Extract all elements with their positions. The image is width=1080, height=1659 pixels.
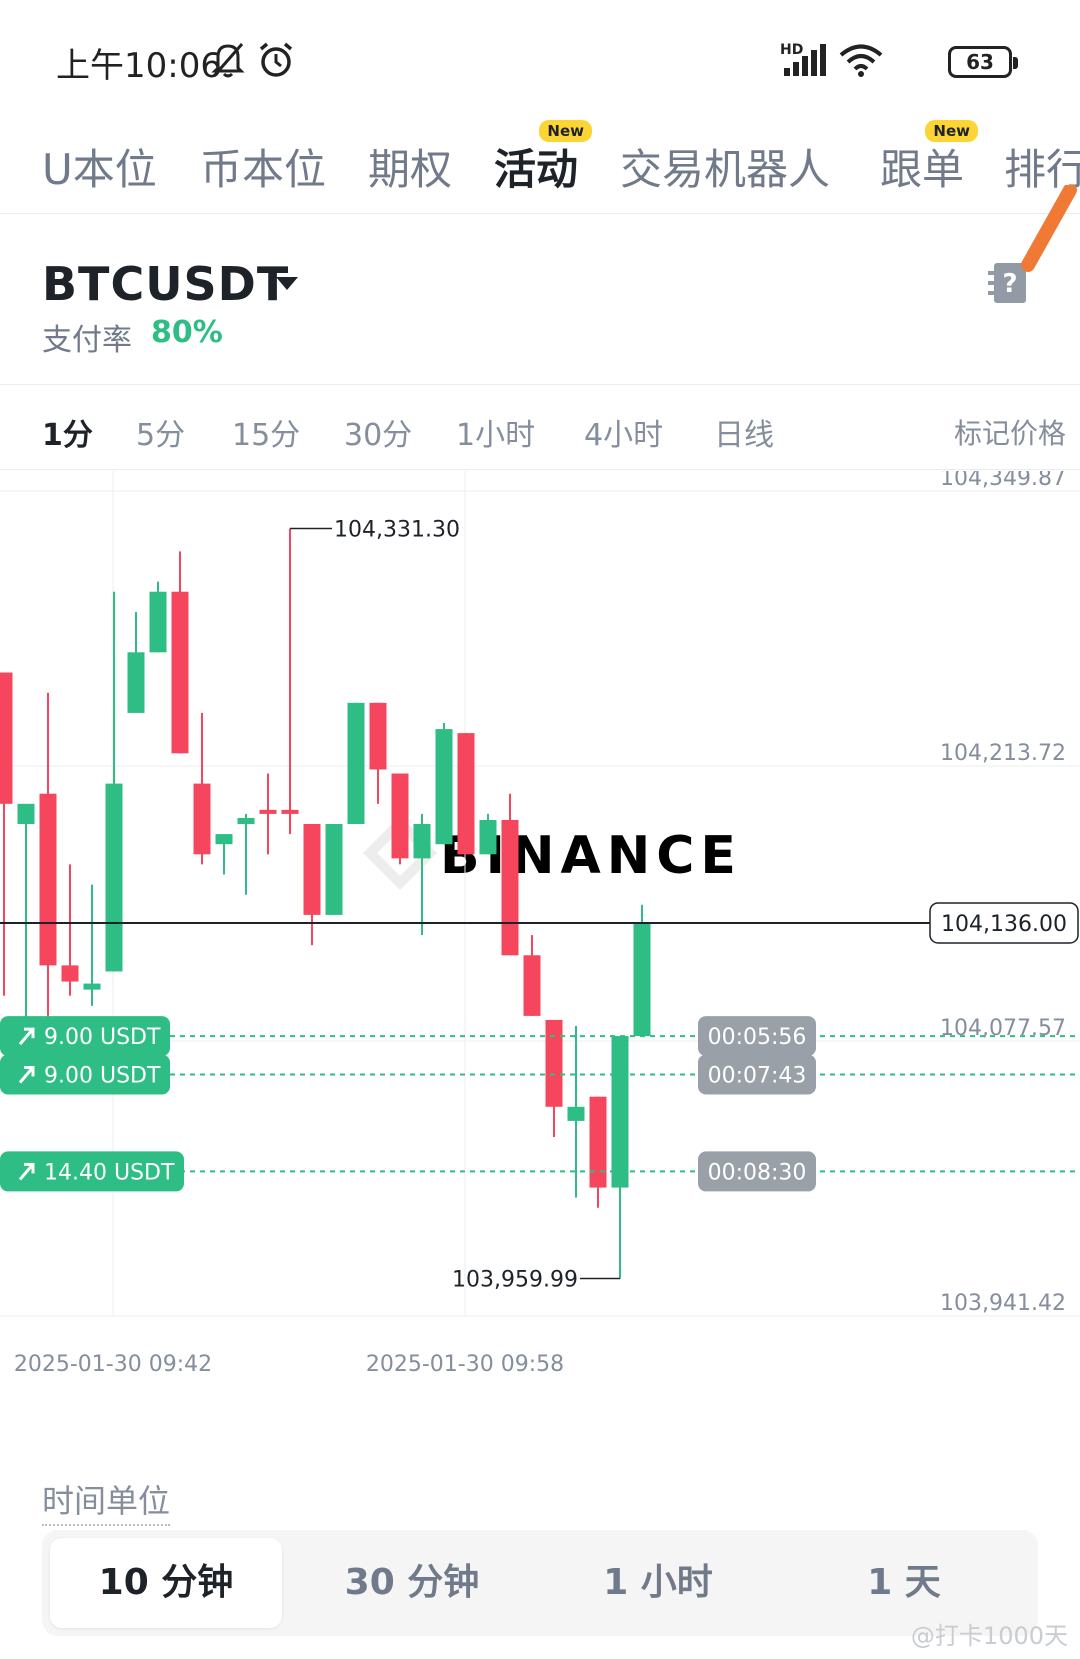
- tab-5[interactable]: 跟单 New: [880, 120, 979, 197]
- candle-body: [589, 1096, 607, 1188]
- order-timer: 00:07:43: [708, 1063, 807, 1088]
- new-badge: New: [925, 120, 979, 142]
- tab-1[interactable]: 币本位: [200, 136, 326, 197]
- time-unit-option-0[interactable]: 10 分钟: [50, 1538, 282, 1628]
- timeframe-1[interactable]: 5分: [136, 410, 185, 454]
- time-unit-selector: 10 分钟 30 分钟 1 小时 1 天: [42, 1530, 1038, 1636]
- candle-body: [391, 773, 409, 859]
- x-axis-label: 2025-01-30 09:42: [14, 1352, 212, 1377]
- candle-body: [237, 817, 255, 825]
- candle-body: [457, 733, 475, 855]
- mark-price-toggle[interactable]: 标记价格: [954, 412, 1066, 452]
- watermark-text: @打卡1000天: [910, 1622, 1068, 1650]
- candle-body: [545, 1019, 563, 1107]
- battery-level: 63: [966, 50, 994, 74]
- battery-icon: 63: [948, 46, 1018, 78]
- wifi-icon: [839, 44, 883, 77]
- time-unit-option-2[interactable]: 1 小时: [542, 1538, 774, 1628]
- tab-4[interactable]: 交易机器人: [620, 136, 830, 197]
- candle-body: [127, 652, 145, 713]
- candle-body: [83, 983, 101, 990]
- candle-body: [259, 809, 277, 814]
- candle-body: [611, 1036, 629, 1188]
- svg-text:?: ?: [1002, 269, 1017, 299]
- candle-body: [171, 591, 189, 754]
- candle-body: [215, 834, 233, 845]
- annotation-stroke: [1021, 185, 1077, 272]
- mute-bell-icon: [211, 43, 245, 78]
- product-tabs: U本位 币本位 期权 活动 New 交易机器人 跟单 New 排行: [0, 110, 1080, 214]
- candlestick-chart[interactable]: BINANCE104,349.87104,213.72104,077.57103…: [0, 471, 1080, 1411]
- candle-body: [435, 729, 453, 845]
- current-price-label: 104,136.00: [941, 912, 1067, 937]
- payout-label: 支付率: [42, 323, 132, 358]
- tab-0[interactable]: U本位: [42, 136, 157, 197]
- candle-body: [369, 702, 387, 770]
- y-axis-label: 104,349.87: [940, 471, 1066, 491]
- candle-body: [501, 819, 519, 956]
- symbol-selector[interactable]: BTCUSDT: [42, 257, 289, 311]
- payout-value: 80%: [151, 315, 223, 350]
- candle-body: [39, 793, 57, 966]
- candle-body: [303, 824, 321, 915]
- timeframe-0[interactable]: 1分: [42, 410, 93, 454]
- candle-body: [413, 824, 431, 859]
- candle-body: [347, 702, 365, 825]
- order-timer: 00:08:30: [708, 1160, 807, 1185]
- y-axis-label: 104,077.57: [940, 1016, 1066, 1041]
- order-timer: 00:05:56: [708, 1025, 807, 1050]
- timeframe-2[interactable]: 15分: [232, 410, 300, 454]
- tab-2[interactable]: 期权: [368, 136, 452, 197]
- candle-body: [105, 783, 123, 972]
- timeframe-bar: 标记价格 1分 5分 15分 30分 1小时 4小时 日线: [0, 386, 1080, 470]
- symbol-header: BTCUSDT 支付率 80% ?: [0, 215, 1080, 385]
- candle-body: [193, 783, 211, 855]
- x-axis-label: 2025-01-30 09:58: [366, 1352, 564, 1377]
- candle-body: [633, 922, 651, 1037]
- tab-3[interactable]: 活动 New: [494, 120, 593, 197]
- candle-body: [567, 1106, 585, 1121]
- candle-body: [61, 965, 79, 982]
- time-unit-label: 时间单位: [42, 1476, 171, 1526]
- time-unit-option-3[interactable]: 1 天: [788, 1538, 1020, 1628]
- candle-body: [17, 803, 35, 825]
- candle-body: [325, 824, 343, 915]
- new-badge: New: [539, 120, 593, 142]
- status-time: 上午10:06: [56, 46, 222, 86]
- order-amount: 14.40 USDT: [44, 1160, 175, 1185]
- candle-body: [149, 591, 167, 653]
- candle-body: [281, 809, 299, 814]
- caret-down-icon[interactable]: [276, 277, 298, 290]
- time-unit-option-1[interactable]: 30 分钟: [296, 1538, 528, 1628]
- order-amount: 9.00 USDT: [44, 1025, 161, 1050]
- candle-body: [0, 672, 13, 804]
- timeframe-5[interactable]: 4小时: [584, 410, 663, 454]
- timeframe-3[interactable]: 30分: [344, 410, 412, 454]
- y-axis-label: 104,213.72: [940, 741, 1066, 766]
- order-amount: 9.00 USDT: [44, 1063, 161, 1088]
- signal-icon: [784, 44, 826, 76]
- high-price-label: 104,331.30: [334, 518, 460, 543]
- timeframe-4[interactable]: 1小时: [456, 410, 535, 454]
- low-price-label: 103,959.99: [452, 1267, 578, 1292]
- candle-body: [523, 955, 541, 1016]
- y-axis-label: 103,941.42: [940, 1291, 1066, 1316]
- status-bar: 上午10:06 HD 63: [0, 0, 1080, 110]
- alarm-clock-icon: [259, 42, 293, 77]
- timeframe-6[interactable]: 日线: [714, 410, 774, 454]
- candle-body: [479, 819, 497, 855]
